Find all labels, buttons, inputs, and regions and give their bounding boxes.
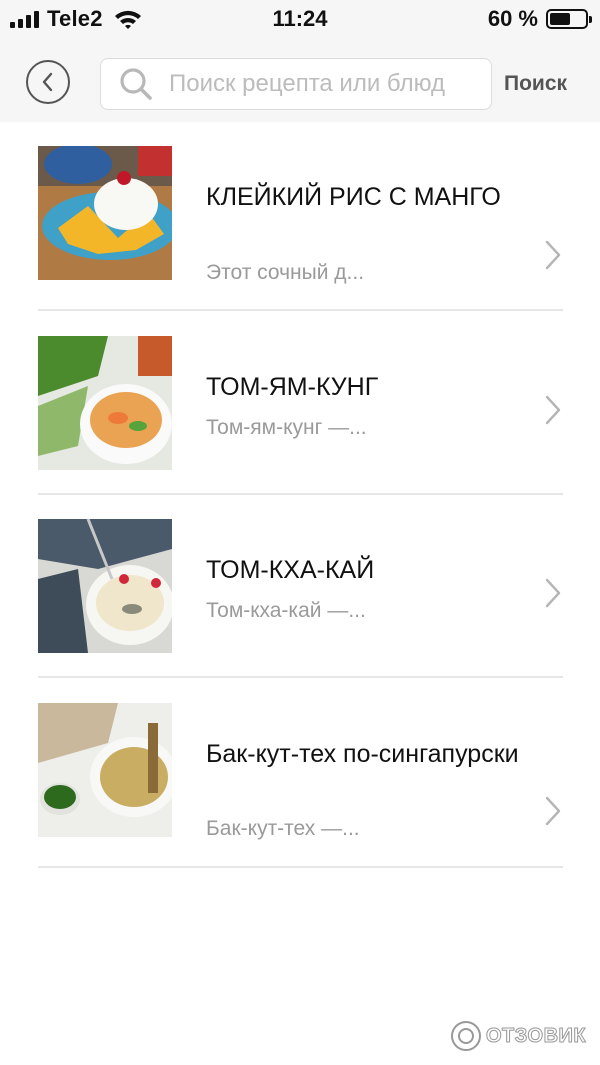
battery-icon [546, 9, 592, 29]
chevron-left-icon [42, 72, 53, 92]
chevron-right-icon [545, 395, 561, 425]
recipe-thumbnail [38, 146, 172, 280]
recipe-item-tom-kha[interactable]: ТОМ-КХА-КАЙ Том-кха-кай —... [38, 519, 563, 679]
recipe-title: ТОМ-КХА-КАЙ [206, 556, 375, 584]
chevron-right-icon [545, 240, 561, 270]
search-input[interactable] [167, 69, 491, 99]
recipe-item-bak-kut-teh[interactable]: Бак-кут-тех по-сингапурски Бак-кут-тех —… [38, 703, 563, 869]
recipe-title: ТОМ-ЯМ-КУНГ [206, 373, 379, 401]
recipe-thumbnail [38, 336, 172, 470]
recipe-subtitle: Том-ям-кунг —... [206, 416, 367, 439]
status-bar: Tele2 11:24 60 % [0, 0, 600, 40]
back-button[interactable] [26, 60, 70, 104]
tom-yum-soup-image [38, 336, 172, 470]
battery-percent: 60 % [487, 6, 538, 31]
watermark-text: ОТЗОВИК [485, 1024, 587, 1047]
mango-sticky-rice-image [38, 146, 172, 280]
search-nav-bar: Поиск [0, 40, 600, 122]
recipe-thumbnail [38, 519, 172, 653]
battery-level [550, 13, 570, 25]
chevron-right-icon [545, 796, 561, 826]
recipe-item-mango-sticky-rice[interactable]: КЛЕЙКИЙ РИС С МАНГО Этот сочный д... [38, 146, 563, 312]
recipe-title: КЛЕЙКИЙ РИС С МАНГО [206, 183, 501, 211]
bak-kut-teh-image [38, 703, 172, 837]
divider [38, 676, 563, 678]
recipe-item-tom-yum[interactable]: ТОМ-ЯМ-КУНГ Том-ям-кунг —... [38, 336, 563, 496]
recipe-subtitle: Этот сочный д... [206, 261, 365, 284]
divider [38, 866, 563, 868]
chevron-right-icon [545, 578, 561, 608]
watermark: ОТЗОВИК [450, 1020, 586, 1052]
status-bar-right: 60 % [487, 6, 592, 32]
tom-kha-soup-image [38, 519, 172, 653]
otzovik-logo-icon [451, 1021, 481, 1051]
search-field[interactable] [100, 58, 492, 110]
divider [38, 493, 563, 495]
recipe-subtitle: Бак-кут-тех —... [206, 817, 360, 840]
search-button[interactable]: Поиск [504, 72, 567, 96]
recipe-thumbnail [38, 703, 172, 837]
recipe-title: Бак-кут-тех по-сингапурски [206, 740, 519, 768]
divider [38, 309, 563, 311]
recipe-subtitle: Том-кха-кай —... [206, 599, 366, 622]
search-icon [120, 68, 152, 100]
